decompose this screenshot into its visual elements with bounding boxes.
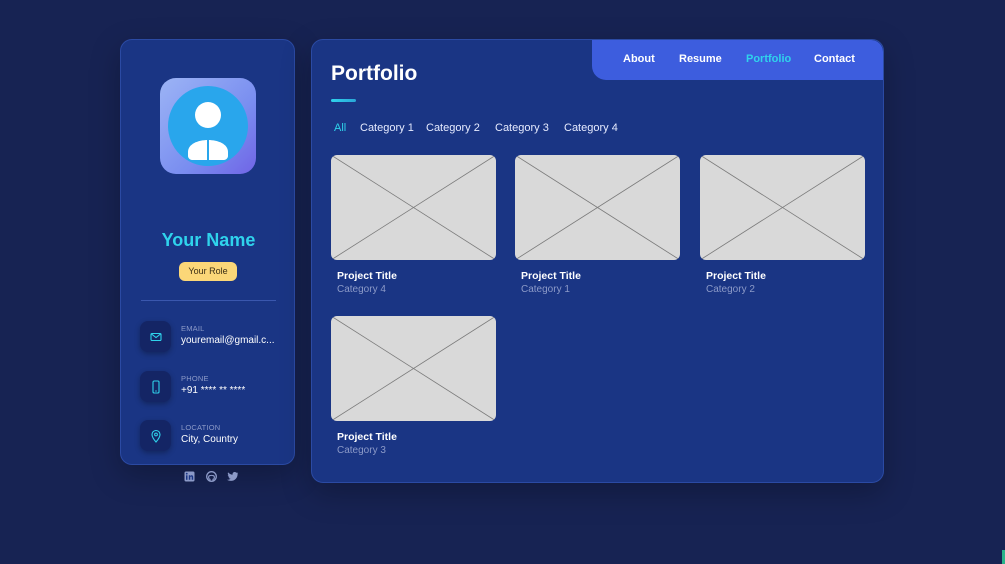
project-image-placeholder[interactable] (700, 155, 865, 260)
twitter-icon[interactable] (227, 470, 239, 482)
contact-email: EMAIL youremail@gmail.c... (140, 321, 290, 353)
project-card[interactable]: Project Title Category 1 (515, 155, 680, 297)
project-image-placeholder[interactable] (331, 155, 496, 260)
user-icon (188, 102, 228, 160)
filter-all[interactable]: All (334, 122, 346, 134)
location-label: LOCATION (181, 423, 221, 432)
filter-category-1[interactable]: Category 1 (360, 122, 414, 134)
project-image-placeholder[interactable] (331, 316, 496, 421)
project-card[interactable]: Project Title Category 4 (331, 155, 496, 297)
filter-category-2[interactable]: Category 2 (426, 122, 480, 134)
project-category: Category 2 (706, 284, 755, 295)
phone-icon (140, 371, 171, 402)
title-underline (331, 99, 356, 102)
nav-resume[interactable]: Resume (679, 53, 722, 65)
location-value: City, Country (181, 434, 239, 445)
profile-name: Your Name (161, 230, 256, 250)
social-links (183, 470, 239, 482)
project-title: Project Title (337, 431, 397, 443)
project-category: Category 3 (337, 445, 386, 456)
phone-label: PHONE (181, 374, 209, 383)
email-label: EMAIL (181, 324, 205, 333)
page-title: Portfolio (331, 62, 418, 85)
project-title: Project Title (337, 270, 397, 282)
phone-value[interactable]: +91 **** ** **** (181, 385, 291, 396)
location-pin-icon (140, 420, 171, 451)
project-title: Project Title (706, 270, 766, 282)
contact-location: LOCATION City, Country (140, 420, 290, 452)
project-card[interactable]: Project Title Category 2 (700, 155, 865, 297)
filter-category-3[interactable]: Category 3 (495, 122, 549, 134)
github-icon[interactable] (205, 470, 217, 482)
project-card[interactable]: Project Title Category 3 (331, 316, 496, 458)
project-image-placeholder[interactable] (515, 155, 680, 260)
nav-about[interactable]: About (623, 53, 655, 65)
nav-contact[interactable]: Contact (814, 53, 855, 65)
sidebar-divider (141, 300, 276, 301)
project-title: Project Title (521, 270, 581, 282)
role-badge: Your Role (179, 262, 237, 281)
mail-icon (140, 321, 171, 352)
profile-sidebar: Your Name Your Role EMAIL youremail@gmai… (120, 39, 295, 482)
nav-portfolio[interactable]: Portfolio (746, 53, 791, 65)
project-category: Category 4 (337, 284, 386, 295)
project-category: Category 1 (521, 284, 570, 295)
avatar (160, 78, 256, 174)
contact-phone: PHONE +91 **** ** **** (140, 371, 290, 403)
linkedin-icon[interactable] (183, 470, 195, 482)
portfolio-panel: About Resume Portfolio Contact Portfolio… (311, 39, 884, 483)
email-value[interactable]: youremail@gmail.c... (181, 335, 291, 346)
top-navbar: About Resume Portfolio Contact (592, 40, 883, 80)
filter-category-4[interactable]: Category 4 (564, 122, 618, 134)
